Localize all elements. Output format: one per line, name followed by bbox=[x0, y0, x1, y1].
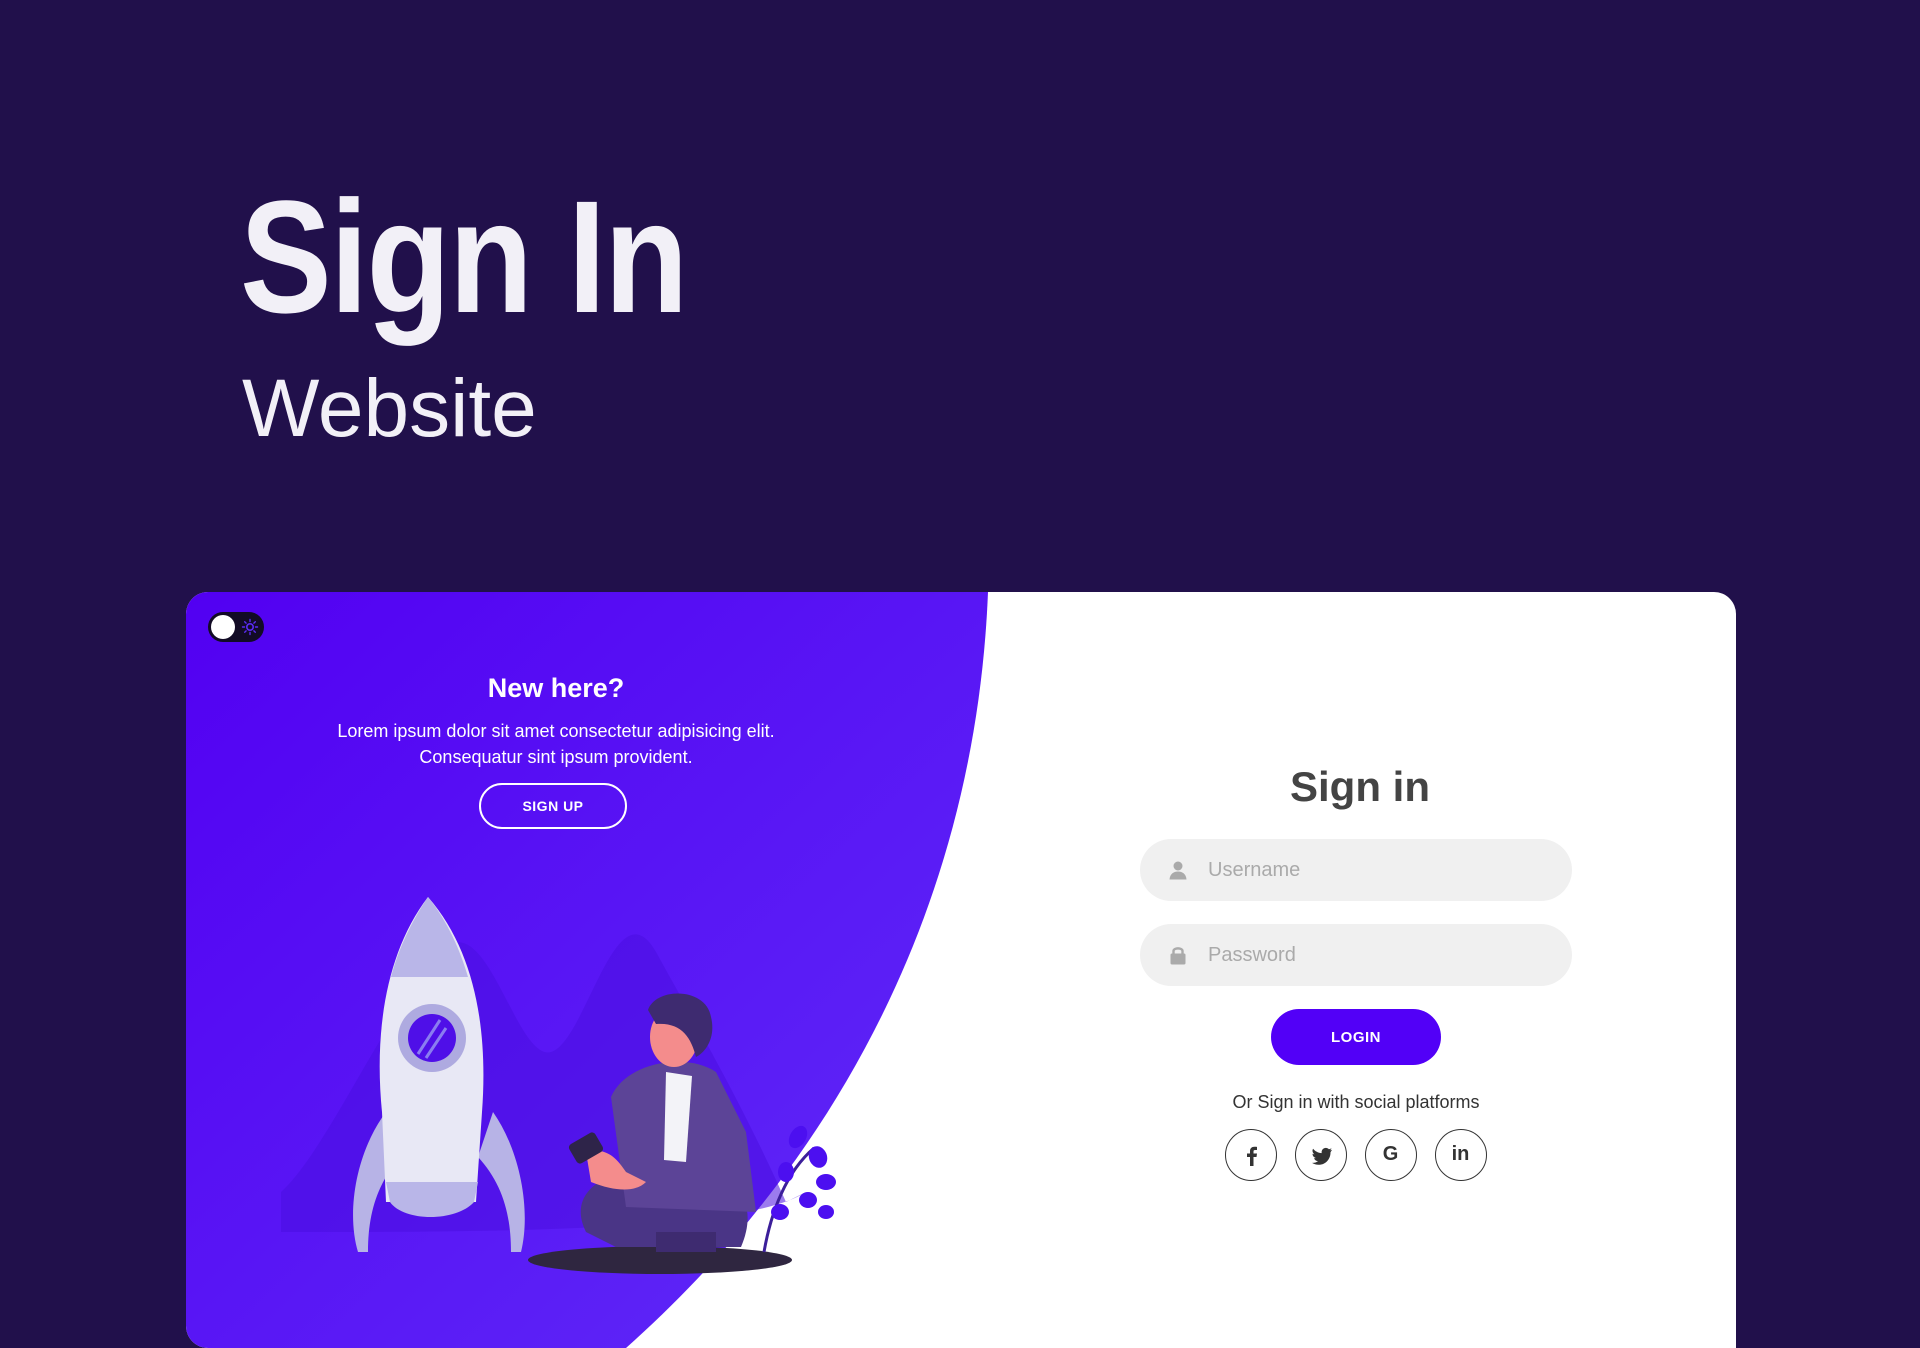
login-button[interactable]: LOGIN bbox=[1271, 1009, 1441, 1065]
twitter-icon bbox=[1312, 1147, 1332, 1165]
user-icon bbox=[1169, 861, 1187, 880]
sign-in-card: New here? Lorem ipsum dolor sit amet con… bbox=[186, 592, 1736, 1348]
password-input[interactable] bbox=[1208, 924, 1548, 986]
new-here-panel: New here? Lorem ipsum dolor sit amet con… bbox=[186, 592, 926, 892]
username-field[interactable] bbox=[1140, 839, 1572, 901]
google-icon: G bbox=[1382, 1143, 1399, 1165]
lock-icon bbox=[1170, 947, 1186, 965]
google-button[interactable]: G bbox=[1365, 1129, 1417, 1181]
facebook-icon bbox=[1247, 1146, 1257, 1166]
new-here-heading: New here? bbox=[487, 673, 625, 703]
twitter-button[interactable] bbox=[1295, 1129, 1347, 1181]
facebook-button[interactable] bbox=[1225, 1129, 1277, 1181]
hero-title: Sign In bbox=[240, 167, 688, 346]
sign-in-title: Sign in bbox=[1290, 763, 1430, 810]
sign-in-form: Sign in LOGIN Or Sign in with social pla… bbox=[1140, 592, 1580, 1348]
new-here-text: Lorem ipsum dolor sit amet consectetur a… bbox=[337, 721, 775, 767]
username-input[interactable] bbox=[1208, 839, 1548, 901]
linkedin-icon: in bbox=[1451, 1143, 1470, 1165]
social-buttons: G in bbox=[1225, 1129, 1487, 1181]
hero-subtitle: Website bbox=[242, 363, 537, 454]
sign-up-button[interactable]: SIGN UP bbox=[479, 783, 627, 829]
social-login-text: Or Sign in with social platforms bbox=[1232, 1092, 1480, 1112]
password-field[interactable] bbox=[1140, 924, 1572, 986]
linkedin-button[interactable]: in bbox=[1435, 1129, 1487, 1181]
